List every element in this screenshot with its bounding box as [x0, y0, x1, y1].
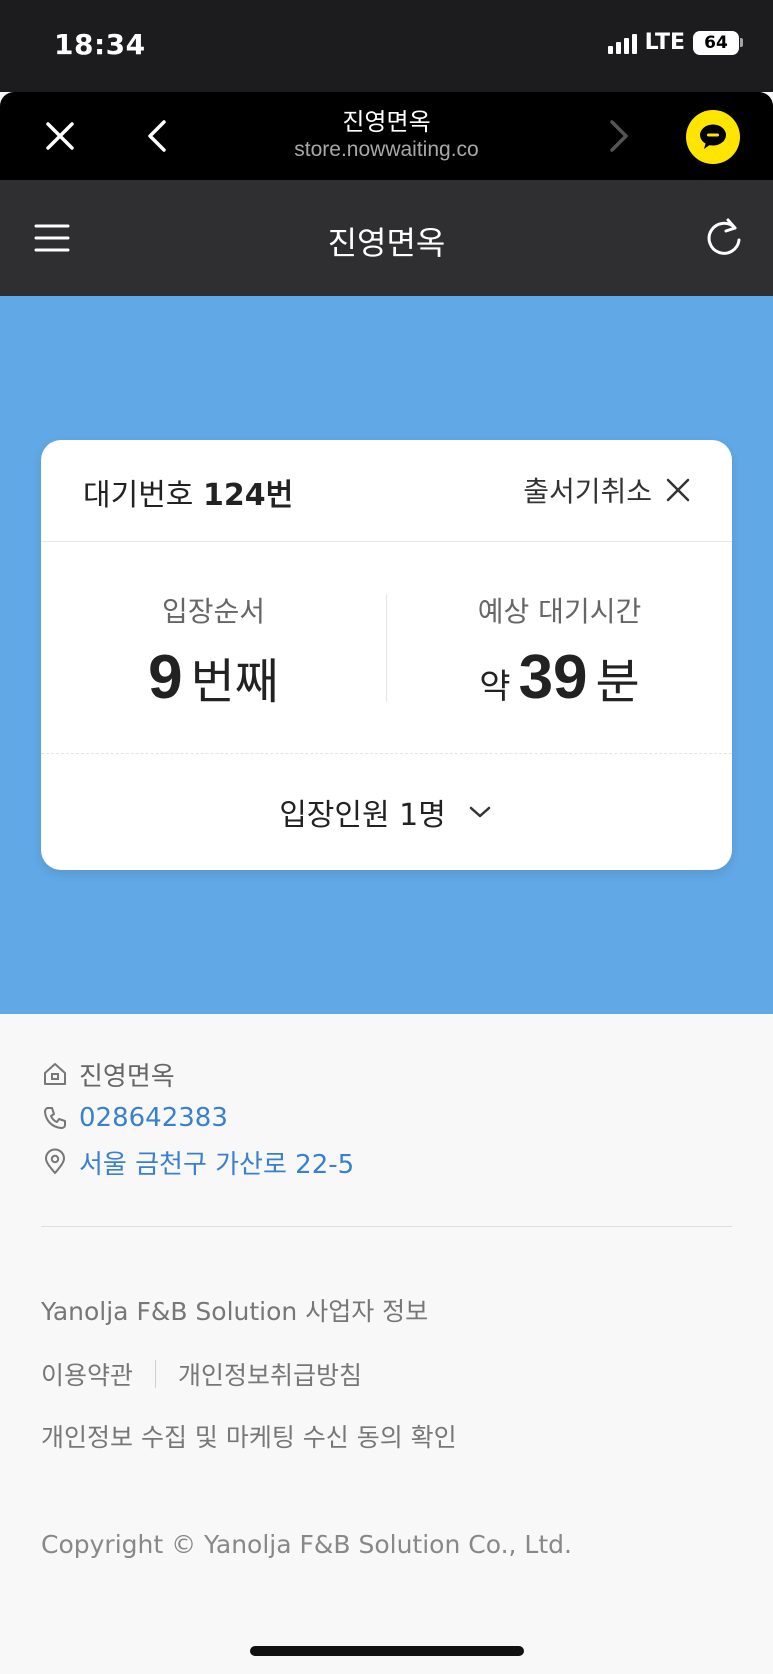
- battery-level: 64: [693, 30, 739, 55]
- waiting-number-label: 대기번호: [83, 478, 194, 513]
- store-phone-link[interactable]: 028642383: [79, 1103, 228, 1133]
- browser-url: store.nowwaiting.co: [294, 138, 479, 161]
- estimated-wait: 예상 대기시간 약 39 분: [387, 542, 732, 754]
- app-header: 진영면옥: [0, 180, 773, 296]
- home-indicator: [250, 1646, 524, 1656]
- estimated-wait-value: 39: [518, 643, 588, 712]
- entry-order-value-group: 9 번째: [41, 642, 386, 713]
- store-address-row: 서울 금천구 가산로 22-5: [41, 1140, 732, 1184]
- store-name: 진영면옥: [79, 1061, 175, 1092]
- store-address-link[interactable]: 서울 금천구 가산로 22-5: [79, 1144, 354, 1181]
- entry-order-unit: 번째: [190, 654, 279, 710]
- entry-order-label: 입장순서: [161, 595, 266, 628]
- browser-title: 진영면옥: [342, 108, 431, 136]
- card-header: 대기번호 124번 출서기취소: [41, 440, 732, 542]
- browser-bar: 진영면옥 store.nowwaiting.co: [0, 92, 773, 180]
- marketing-consent-link[interactable]: 개인정보 수집 및 마케팅 수신 동의 확인: [41, 1418, 741, 1454]
- location-pin-icon: [45, 1148, 65, 1174]
- status-time: 18:34: [54, 28, 146, 61]
- party-size-label: 입장인원 1명: [279, 798, 446, 833]
- status-bar: 18:34 LTE 64: [0, 0, 773, 92]
- page-title: 진영면옥: [327, 224, 446, 262]
- forward-icon[interactable]: [598, 116, 638, 156]
- cancel-waiting-label: 출서기취소: [523, 475, 652, 508]
- chevron-down-icon: [469, 806, 491, 818]
- signal-icon: [607, 32, 637, 54]
- waiting-card: 대기번호 124번 출서기취소 입장순서 9 번째 예상 대기시간 약 39 분: [41, 440, 732, 870]
- estimated-wait-value-group: 약 39 분: [387, 642, 732, 713]
- network-type: LTE: [644, 30, 685, 55]
- store-phone-row: 028642383: [41, 1096, 732, 1140]
- home-icon: [44, 1063, 66, 1085]
- terms-link[interactable]: 이용약관: [41, 1356, 133, 1392]
- link-separator: [155, 1360, 157, 1388]
- refresh-icon[interactable]: [702, 216, 746, 260]
- estimated-wait-label: 예상 대기시간: [477, 595, 642, 628]
- party-size-toggle[interactable]: 입장인원 1명: [41, 754, 732, 870]
- status-indicators: LTE 64: [607, 30, 743, 55]
- chat-bubble-icon: [700, 124, 726, 149]
- store-name-row: 진영면옥: [41, 1052, 732, 1096]
- business-info-link[interactable]: Yanolja F&B Solution 사업자 정보: [41, 1292, 741, 1328]
- estimated-wait-prefix: 약: [479, 667, 511, 707]
- cancel-waiting-button[interactable]: 출서기취소: [523, 470, 692, 510]
- waiting-number-value: 124번: [202, 478, 294, 513]
- entry-order-value: 9: [148, 643, 183, 712]
- waiting-number: 대기번호 124번: [83, 470, 293, 514]
- battery-icon: 64: [693, 30, 743, 55]
- estimated-wait-unit: 분: [595, 654, 640, 710]
- section-divider: [41, 1226, 732, 1227]
- store-info: 진영면옥 028642383 서울 금천구 가산로 22-5: [41, 1052, 732, 1184]
- waiting-stats: 입장순서 9 번째 예상 대기시간 약 39 분: [41, 542, 732, 754]
- close-icon: [666, 478, 690, 502]
- kakao-talk-button[interactable]: [686, 110, 740, 164]
- phone-icon: [44, 1107, 66, 1129]
- copyright: Copyright © Yanolja F&B Solution Co., Lt…: [41, 1530, 572, 1559]
- footer-policy-links: 이용약관 개인정보취급방침: [41, 1356, 741, 1392]
- privacy-policy-link[interactable]: 개인정보취급방침: [178, 1356, 362, 1392]
- entry-order: 입장순서 9 번째: [41, 542, 386, 754]
